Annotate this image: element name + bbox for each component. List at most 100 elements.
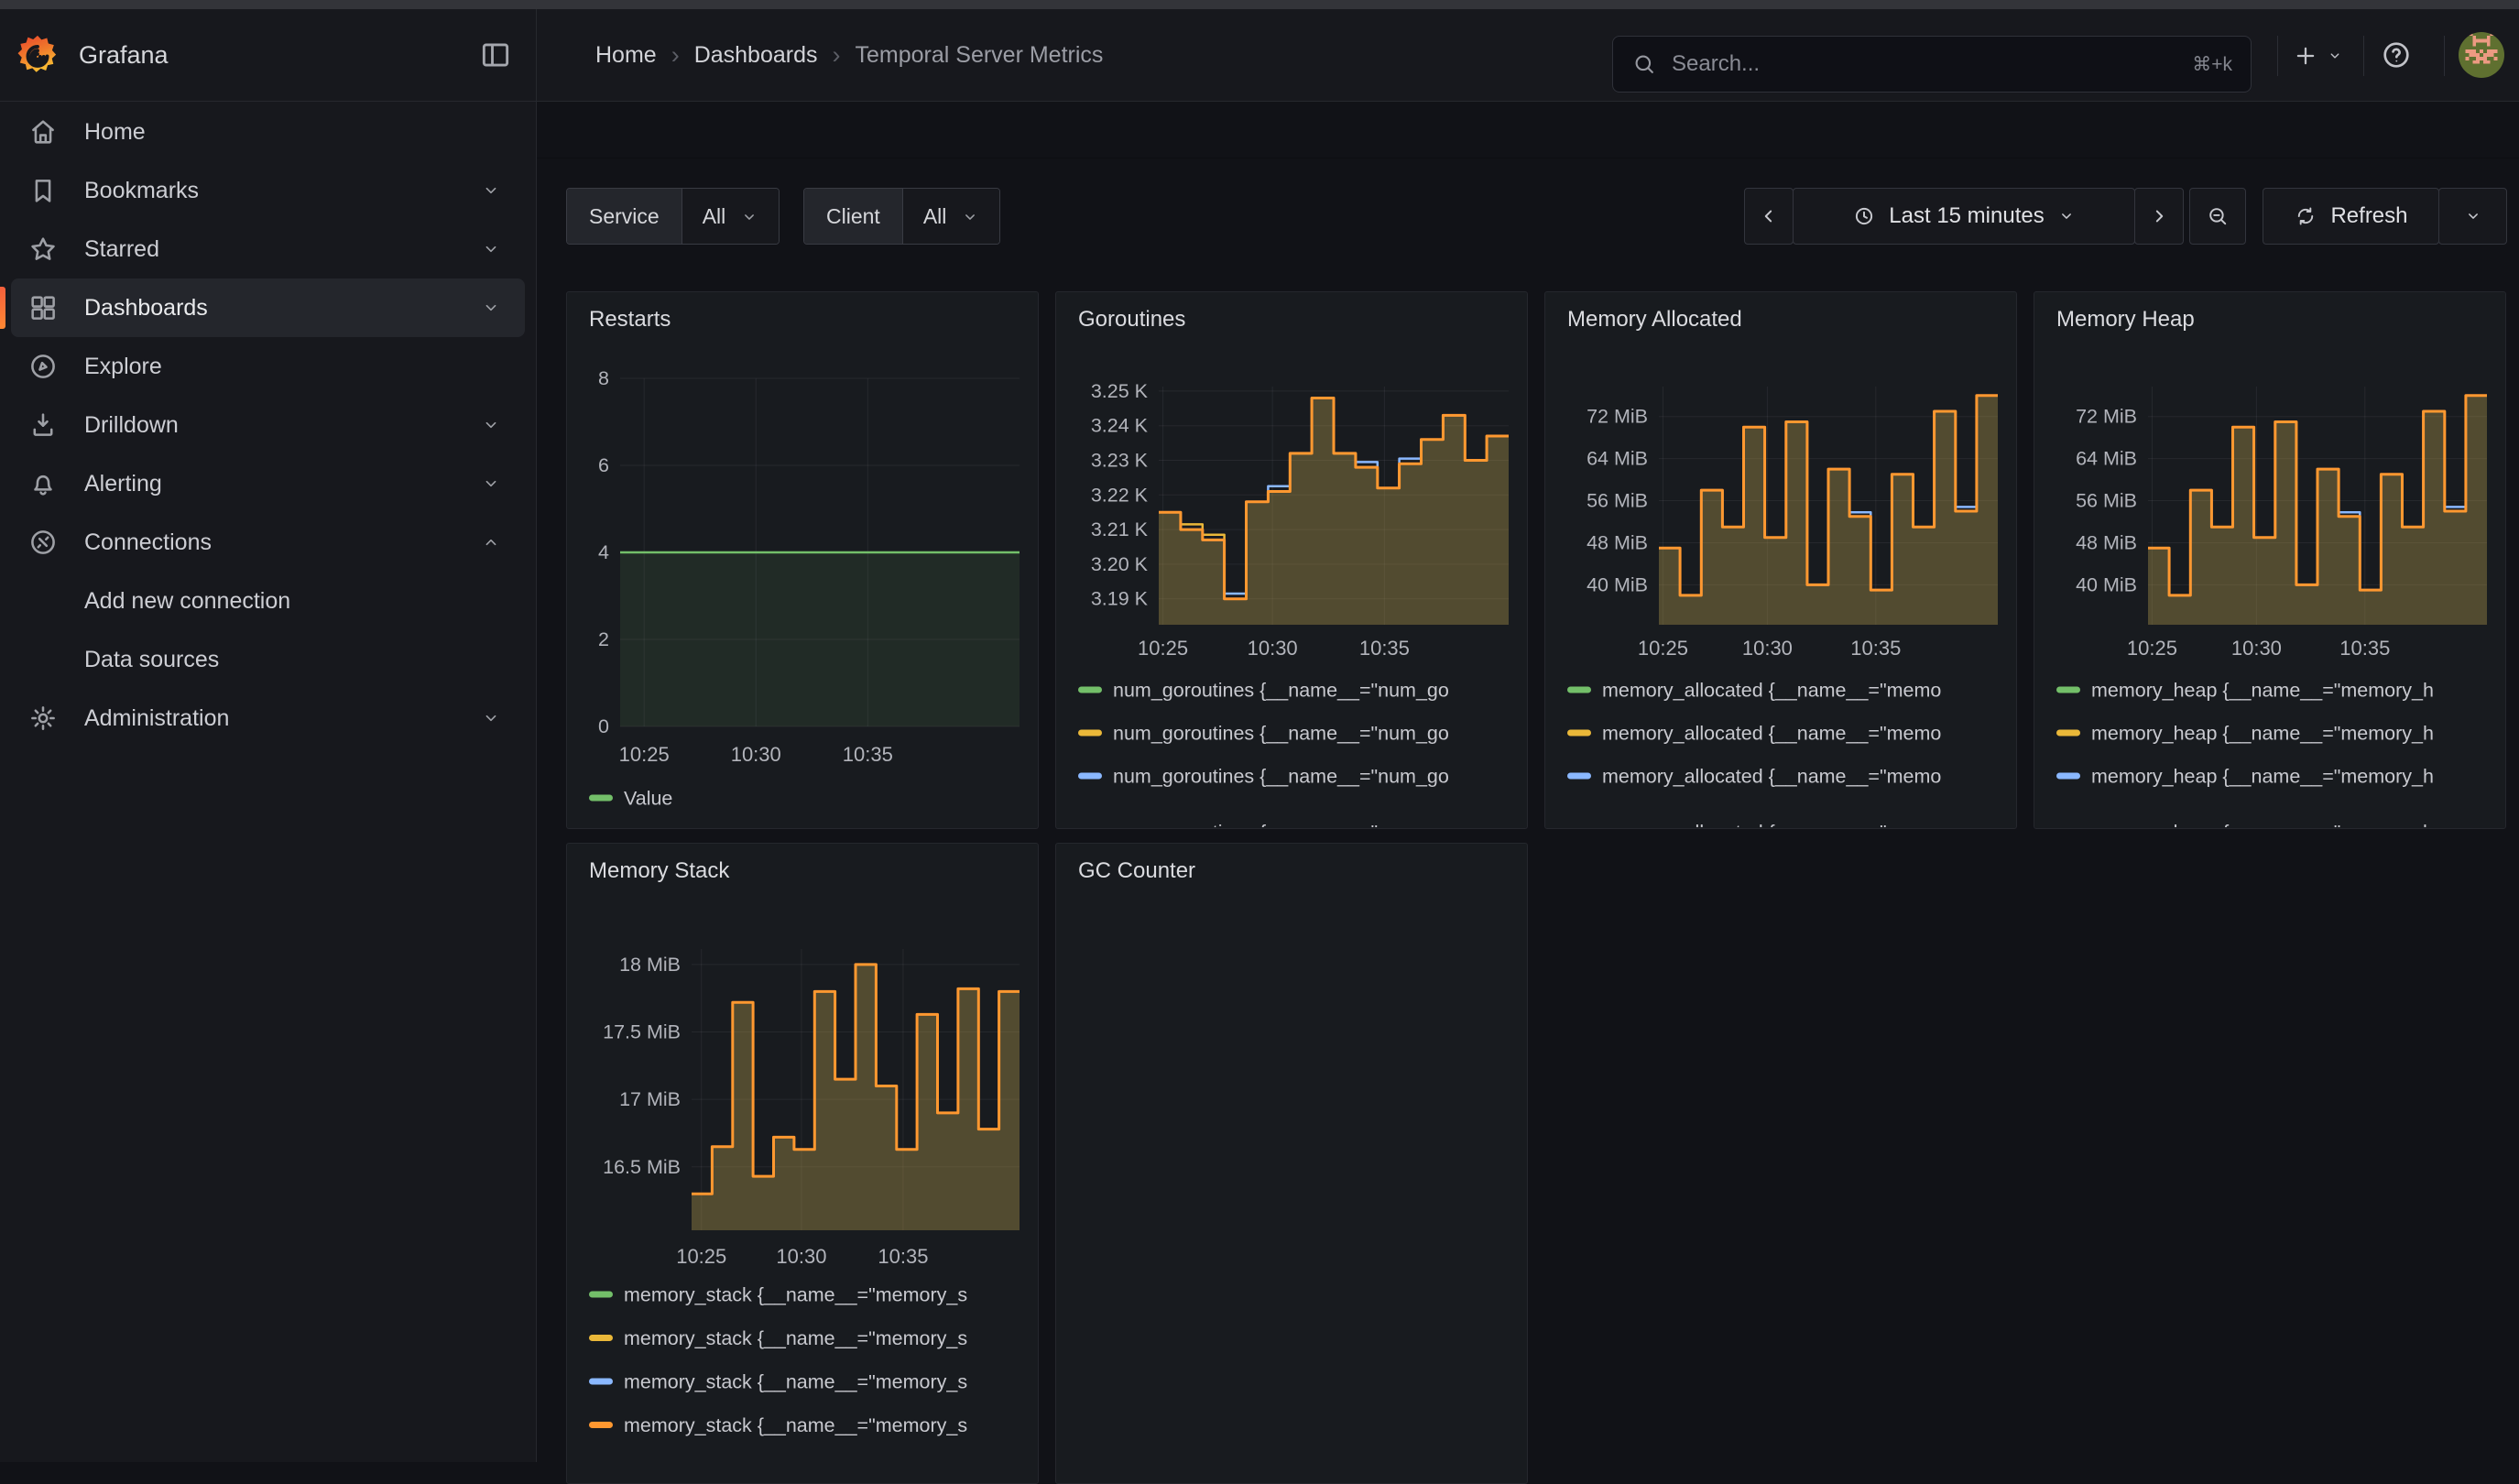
zoom-out-button[interactable] — [2189, 188, 2246, 245]
chart-memory-heap[interactable]: 72 MiB64 MiB56 MiB48 MiB40 MiB10:2510:30… — [2045, 347, 2496, 827]
y-axis-label: 40 MiB — [2076, 573, 2137, 595]
y-axis-label: 3.23 K — [1091, 449, 1149, 471]
chevron-up-icon[interactable] — [481, 532, 501, 552]
y-axis-label: 64 MiB — [1587, 448, 1648, 470]
chevron-down-icon[interactable] — [481, 474, 501, 494]
sidebar-item-data-sources[interactable]: Data sources — [11, 630, 525, 689]
chart-memory-stack[interactable]: 18 MiB17.5 MiB17 MiB16.5 MiB10:2510:3010… — [578, 899, 1029, 1484]
y-axis-label: 3.21 K — [1091, 518, 1149, 540]
filter-value-dropdown[interactable]: All — [682, 189, 780, 244]
panel-title[interactable]: Memory Stack — [589, 858, 729, 884]
y-axis-label: 3.25 K — [1091, 380, 1149, 402]
nav-divider — [2363, 36, 2364, 76]
time-forward-button[interactable] — [2134, 188, 2184, 245]
y-axis-label: 18 MiB — [619, 954, 681, 976]
refresh-button[interactable]: Refresh — [2263, 188, 2439, 245]
legend-label: memory_allocated {__name__="memo — [1602, 680, 1941, 702]
search-input-wrapper: ⌘+k — [1612, 36, 2252, 93]
legend-label: Value — [624, 788, 672, 810]
legend-swatch — [1567, 687, 1591, 693]
search-input[interactable] — [1670, 50, 2179, 78]
legend-label: memory_heap {__name__="memory_h — [2091, 723, 2434, 745]
chart-goroutines[interactable]: 3.25 K3.24 K3.23 K3.22 K3.21 K3.20 K3.19… — [1067, 347, 1518, 827]
panel-title[interactable]: Restarts — [589, 307, 671, 333]
sidebar-item-add-new-connection[interactable]: Add new connection — [11, 572, 525, 630]
avatar[interactable] — [2459, 32, 2504, 78]
panel-memory-stack: Memory Stack18 MiB17.5 MiB17 MiB16.5 MiB… — [566, 843, 1039, 1484]
panel-restarts: Restarts8642010:2510:3010:35Value — [566, 291, 1039, 829]
legend-swatch — [2056, 687, 2080, 693]
x-axis-label: 10:25 — [1138, 637, 1188, 660]
sidebar-item-bookmarks[interactable]: Bookmarks — [11, 161, 525, 220]
home-icon — [27, 116, 59, 147]
x-axis-label: 10:25 — [1638, 637, 1688, 660]
y-axis-label: 40 MiB — [1587, 573, 1648, 595]
refresh-label: Refresh — [2330, 203, 2407, 229]
chevron-down-icon[interactable] — [481, 415, 501, 435]
sidebar-item-starred[interactable]: Starred — [11, 220, 525, 278]
sidebar-item-label: Administration — [84, 705, 229, 732]
panel-title[interactable]: GC Counter — [1078, 858, 1195, 884]
chevron-down-icon[interactable] — [481, 180, 501, 201]
chevron-down-icon — [2464, 207, 2482, 225]
legend-label: memory_stack {__name__="memory_s — [624, 1371, 967, 1393]
x-axis-label: 10:30 — [2231, 637, 2282, 660]
sidebar-item-drilldown[interactable]: Drilldown — [11, 396, 525, 454]
legend-label: memory_allocated {__name__="memo — [1602, 723, 1941, 745]
filter-value-dropdown[interactable]: All — [902, 189, 1000, 244]
chart-gc-counter[interactable] — [1067, 899, 1518, 1484]
breadcrumb-link[interactable]: Dashboards — [694, 42, 818, 69]
bookmark-icon — [27, 175, 59, 206]
chevron-down-icon[interactable] — [481, 239, 501, 259]
brand-name: Grafana — [79, 9, 169, 101]
y-axis-label: 6 — [598, 454, 609, 476]
time-range-picker[interactable]: Last 15 minutes — [1793, 188, 2135, 245]
x-axis-label: 10:35 — [1850, 637, 1901, 660]
panel-title[interactable]: Goroutines — [1078, 307, 1185, 333]
breadcrumb-link[interactable]: Home — [595, 42, 657, 69]
time-back-button[interactable] — [1744, 188, 1794, 245]
legend-swatch — [589, 1422, 613, 1428]
sidebar-item-home[interactable]: Home — [11, 103, 525, 161]
sidebar-toggle-icon[interactable] — [478, 38, 513, 72]
chevron-down-icon[interactable] — [481, 298, 501, 318]
sidebar-item-administration[interactable]: Administration — [11, 689, 525, 747]
y-axis-label: 3.20 K — [1091, 553, 1149, 575]
filter-label: Client — [804, 189, 902, 244]
plug-icon — [27, 527, 59, 558]
chevron-down-icon[interactable] — [481, 708, 501, 728]
breadcrumb-current: Temporal Server Metrics — [856, 42, 1104, 69]
y-axis-label: 17.5 MiB — [603, 1021, 681, 1043]
x-axis-label: 10:35 — [843, 743, 893, 766]
sidebar-item-alerting[interactable]: Alerting — [11, 454, 525, 513]
legend-label: memory_heap {__name__="memory_h — [2091, 766, 2434, 788]
legend-label: memory_stack {__name__="memory_s — [624, 1327, 967, 1349]
y-axis-label: 2 — [598, 628, 609, 650]
refresh-interval-button[interactable] — [2438, 188, 2507, 245]
y-axis-label: 64 MiB — [2076, 448, 2137, 470]
new-item-button[interactable] — [2292, 38, 2343, 74]
chart-memory-allocated[interactable]: 72 MiB64 MiB56 MiB48 MiB40 MiB10:2510:30… — [1556, 347, 2007, 827]
chart-restarts[interactable]: 8642010:2510:3010:35Value — [578, 347, 1029, 827]
panel-title[interactable]: Memory Allocated — [1567, 307, 1742, 333]
y-axis-label: 72 MiB — [1587, 406, 1648, 428]
legend-swatch — [1078, 773, 1102, 780]
star-icon — [27, 234, 59, 265]
legend-swatch — [1567, 730, 1591, 737]
y-axis-label: 16.5 MiB — [603, 1156, 681, 1178]
y-axis-label: 48 MiB — [2076, 531, 2137, 553]
panel-title[interactable]: Memory Heap — [2056, 307, 2195, 333]
y-axis-label: 4 — [598, 541, 609, 563]
legend-swatch — [1567, 773, 1591, 780]
help-icon[interactable] — [2380, 38, 2413, 71]
y-axis-label: 3.19 K — [1091, 588, 1149, 610]
filter-value: All — [923, 204, 947, 229]
legend-label: num_goroutines {__name__="num_go — [1113, 766, 1449, 788]
y-axis-label: 56 MiB — [2076, 490, 2137, 512]
sidebar-item-connections[interactable]: Connections — [11, 513, 525, 572]
sidebar-item-explore[interactable]: Explore — [11, 337, 525, 396]
sidebar-item-dashboards[interactable]: Dashboards — [11, 278, 525, 337]
x-axis-label: 10:25 — [619, 743, 670, 766]
sidebar-item-label: Connections — [84, 529, 212, 556]
filter-service: ServiceAll — [566, 188, 780, 245]
